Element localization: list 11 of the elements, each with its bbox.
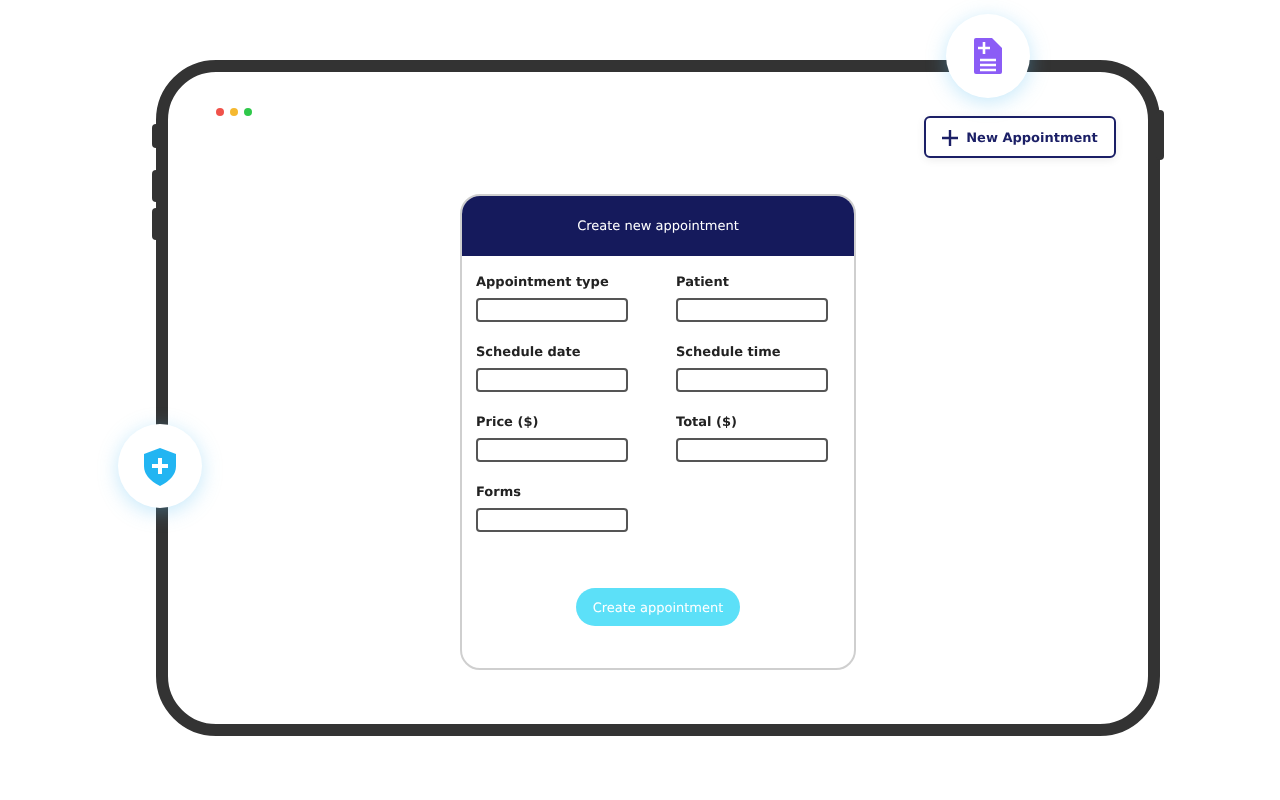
document-plus-icon: [974, 38, 1002, 74]
input-field[interactable]: [476, 368, 628, 392]
shield-plus-icon: [144, 447, 176, 485]
input-field[interactable]: [676, 438, 828, 462]
input-field[interactable]: [676, 298, 828, 322]
window-close-icon[interactable]: [216, 108, 224, 116]
input-field[interactable]: [476, 508, 628, 532]
plus-icon: [942, 129, 959, 145]
input-field[interactable]: [676, 368, 828, 392]
input-field[interactable]: [476, 438, 628, 462]
input-field[interactable]: [476, 298, 628, 322]
